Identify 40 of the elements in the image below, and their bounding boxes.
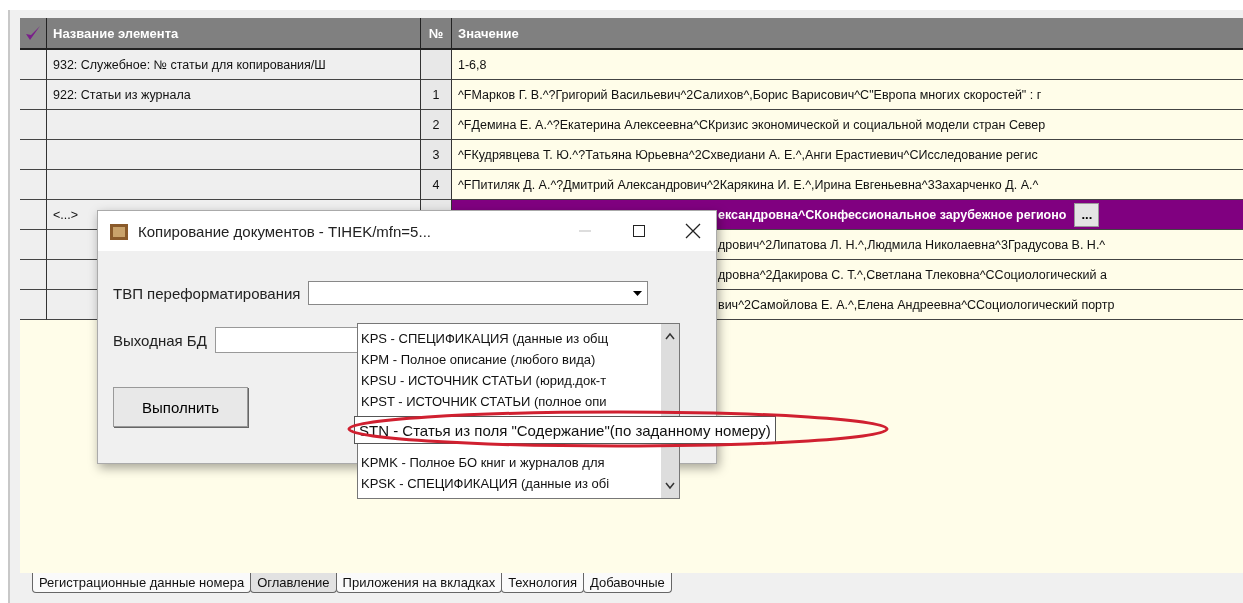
table-cell: 932: Служебное: № статьи для копирования/Ш	[47, 50, 421, 80]
row-selector-cell[interactable]	[20, 170, 47, 200]
column-header: Название элемента	[47, 18, 421, 50]
row-selector-cell[interactable]	[20, 290, 47, 320]
table-cell: 3	[421, 140, 452, 170]
tab[interactable]: Технология	[501, 573, 584, 593]
maximize-icon	[632, 224, 646, 238]
table-cell: 922: Статьи из журнала	[47, 80, 421, 110]
table-cell: 4	[421, 170, 452, 200]
row-selector-cell[interactable]	[20, 200, 47, 230]
dropdown-item[interactable]: KPSU - ИСТОЧНИК СТАТЬИ (юрид.док-т	[358, 370, 661, 391]
table-cell	[421, 50, 452, 80]
row-selector-cell[interactable]	[20, 140, 47, 170]
row-selector-cell[interactable]	[20, 230, 47, 260]
row-selector-cell[interactable]	[20, 80, 47, 110]
field-label: Выходная БД	[113, 331, 207, 349]
column-header: №	[421, 18, 452, 50]
tab[interactable]: Оглавление	[250, 573, 337, 593]
more-button[interactable]: ...	[1074, 202, 1100, 227]
close-icon	[685, 223, 701, 239]
table-cell: 1	[421, 80, 452, 110]
chevron-up-icon	[665, 332, 675, 340]
format-combobox[interactable]	[308, 281, 649, 305]
tab[interactable]: Регистрационные данные номера	[32, 573, 252, 593]
dropdown-item[interactable]: KPMK - Полное БО книг и журналов для	[358, 452, 661, 473]
tab[interactable]: Добавочные	[582, 573, 672, 593]
table-cell: 2	[421, 110, 452, 140]
tab[interactable]: Приложения на вкладках	[335, 573, 503, 593]
field-label: ТВП переформатирования	[113, 284, 301, 302]
row-selector-cell[interactable]	[20, 50, 47, 80]
dropdown-item[interactable]: KPM - Полное описание (любого вида)	[358, 349, 661, 370]
dropdown-item[interactable]: KPS - СПЕЦИФИКАЦИЯ (данные из общ	[358, 328, 661, 349]
row-selector-cell[interactable]	[20, 110, 47, 140]
dropdown-item[interactable]: KPSK - СПЕЦИФИКАЦИЯ (данные из обі	[358, 473, 661, 494]
chevron-down-icon	[665, 482, 675, 490]
run-button[interactable]: Выполнить	[113, 387, 248, 427]
row-selector-cell[interactable]	[20, 260, 47, 290]
column-header: Значение	[452, 18, 1243, 50]
dropdown-arrow-icon	[633, 290, 643, 296]
dropdown-item[interactable]: KPST - ИСТОЧНИК СТАТЬИ (полное опи	[358, 391, 661, 412]
